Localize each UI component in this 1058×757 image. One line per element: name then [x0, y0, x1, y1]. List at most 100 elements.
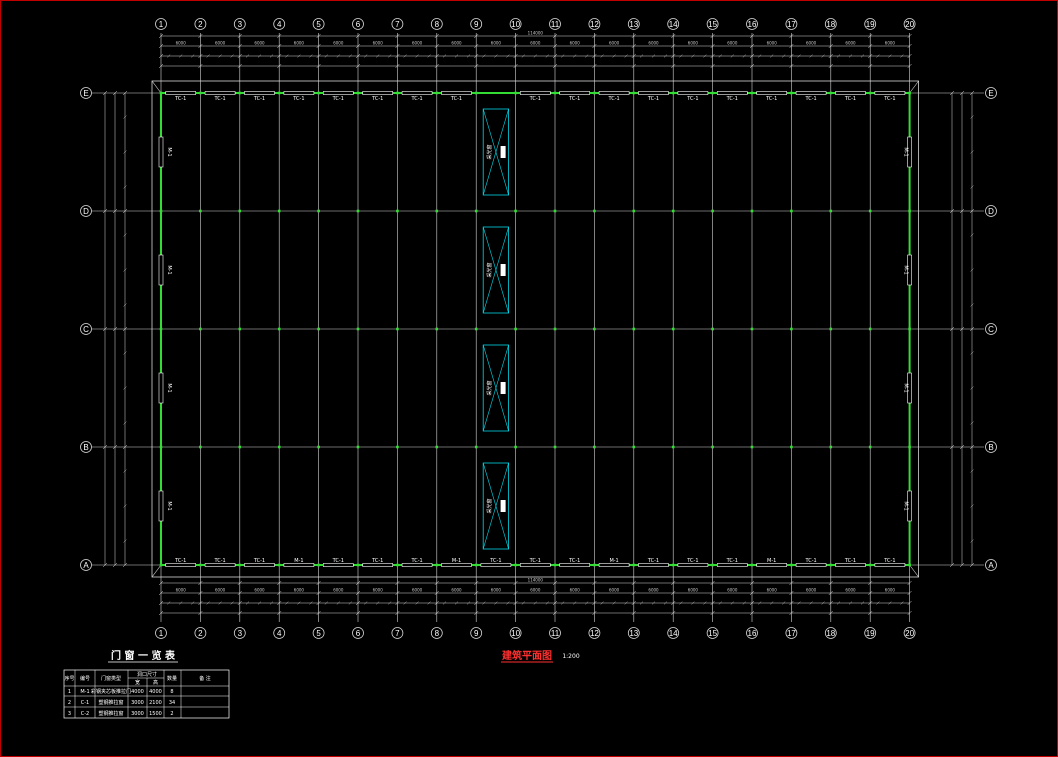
window-label: TC-1 [686, 96, 698, 102]
corner-line [151, 564, 162, 578]
bay-dimension: 6000 [806, 41, 817, 46]
column-node [593, 209, 596, 213]
table-header: 数量 [167, 675, 177, 682]
side-door [158, 372, 164, 404]
side-door-label: M-1 [166, 265, 172, 274]
window-label: TC-1 [765, 96, 777, 102]
column-node [277, 91, 281, 95]
bay-dimension: 6000 [885, 41, 896, 46]
bay-dimension: 6000 [294, 588, 305, 593]
column-node [790, 327, 793, 331]
axis-label: 6 [356, 20, 361, 29]
column-node [750, 563, 754, 567]
total-dimension: 114000 [528, 31, 544, 36]
column-node [396, 445, 399, 449]
skylight-tag [500, 264, 506, 276]
window-label: TC-1 [726, 96, 738, 102]
window-opening [677, 91, 709, 95]
table-cell: 3000 [131, 711, 144, 717]
column-node [199, 563, 202, 567]
column-node [159, 209, 163, 213]
column-node [750, 209, 754, 213]
axis-label: 5 [316, 629, 321, 638]
bay-dimension: 6000 [609, 588, 620, 593]
column-node [356, 91, 360, 95]
axis-label: 5 [316, 20, 321, 29]
axis-label: C [83, 325, 89, 334]
window-opening [559, 91, 591, 95]
opening-label: TC-1 [332, 558, 344, 564]
bay-dimension: 6000 [845, 588, 856, 593]
column-node [514, 445, 517, 449]
column-node [474, 563, 478, 567]
column-node [514, 563, 517, 567]
column-node [593, 91, 596, 95]
window-opening [322, 91, 354, 95]
column-node [435, 209, 439, 213]
column-node [553, 91, 557, 95]
window-label: TC-1 [450, 96, 462, 102]
axis-label: 14 [669, 629, 678, 638]
axis-label: 1 [159, 629, 164, 638]
column-node [553, 209, 557, 213]
column-node [356, 209, 360, 213]
column-node [199, 327, 202, 331]
table-cell: 2 [68, 700, 71, 706]
column-node [238, 91, 242, 95]
window-label: TC-1 [371, 96, 383, 102]
column-node [199, 445, 202, 449]
skylight-tag [500, 146, 506, 158]
bay-dimension: 6000 [491, 588, 502, 593]
window-opening [874, 91, 906, 95]
column-node [750, 327, 754, 331]
table-cell: 彩钢夹芯板推拉门 [91, 688, 131, 695]
column-node [238, 209, 242, 213]
table-cell: 3 [68, 711, 71, 717]
axis-label: 17 [787, 629, 796, 638]
axis-label: 17 [787, 20, 796, 29]
column-node [790, 563, 793, 567]
axis-label: 9 [474, 629, 479, 638]
window-opening [362, 91, 394, 95]
axis-label: 18 [826, 629, 835, 638]
bay-dimension: 6000 [373, 588, 384, 593]
column-node [908, 91, 911, 95]
window-label: TC-1 [174, 96, 186, 102]
window-opening [716, 91, 748, 95]
column-node [671, 445, 675, 449]
axis-label: D [83, 207, 89, 216]
table-cell: 2100 [149, 700, 162, 706]
axis-label: 9 [474, 20, 479, 29]
bay-dimension: 6000 [845, 41, 856, 46]
column-node [750, 445, 754, 449]
column-node [514, 91, 517, 95]
axis-label: 6 [356, 629, 361, 638]
column-node [868, 445, 872, 449]
axis-label: 13 [629, 20, 638, 29]
column-node [868, 327, 872, 331]
bay-dimension: 6000 [767, 41, 778, 46]
column-node [593, 563, 596, 567]
table-header: 备 注 [199, 675, 211, 682]
column-node [829, 91, 833, 95]
column-node [435, 563, 439, 567]
opening-label: TC-1 [686, 558, 698, 564]
column-node [632, 445, 636, 449]
skylight-label: 采光窗 [486, 262, 493, 277]
axis-label: 8 [435, 629, 440, 638]
skylight-label: 采光窗 [486, 380, 493, 395]
axis-label: 11 [551, 20, 560, 29]
column-node [396, 327, 399, 331]
axis-label: 19 [866, 20, 875, 29]
axis-label: 14 [669, 20, 678, 29]
axis-label: 7 [395, 629, 400, 638]
column-node [750, 91, 754, 95]
skylight-tag [500, 500, 506, 512]
axis-label: 12 [590, 20, 599, 29]
column-node [514, 327, 517, 331]
column-node [396, 209, 399, 213]
side-door-label: M-1 [166, 147, 172, 156]
column-node [868, 91, 872, 95]
opening-label: M-1 [767, 558, 776, 564]
axis-label: 10 [511, 20, 520, 29]
